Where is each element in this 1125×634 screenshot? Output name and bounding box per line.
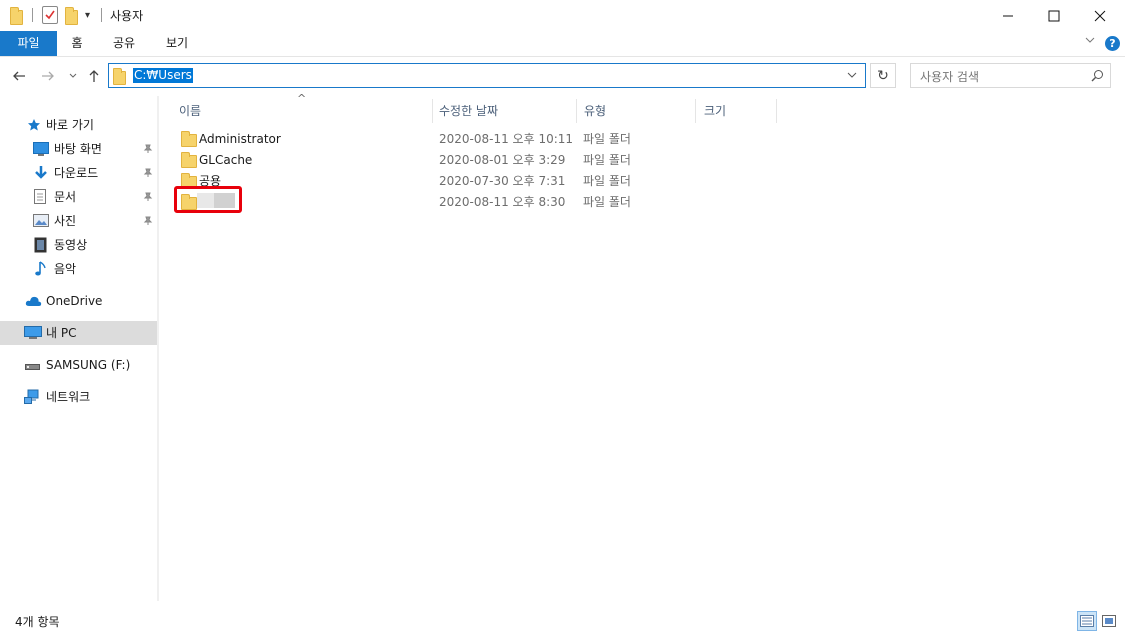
large-icons-view-button[interactable] (1099, 611, 1119, 631)
file-modified: 2020-07-30 오후 7:31 (439, 174, 566, 188)
separator (101, 8, 102, 22)
new-folder-icon[interactable] (65, 6, 78, 25)
sidebar-item-onedrive[interactable]: OneDrive (0, 289, 157, 313)
sidebar-item-documents[interactable]: 문서 (0, 185, 157, 209)
drive-icon (25, 353, 41, 380)
ribbon-expand-icon[interactable] (1084, 34, 1096, 49)
folder-icon (181, 152, 197, 168)
file-type: 파일 폴더 (583, 195, 631, 209)
column-header-size[interactable]: 크기 (704, 99, 726, 123)
tab-file[interactable]: 파일 (0, 31, 57, 56)
refresh-button[interactable]: ↻ (870, 63, 896, 88)
close-button[interactable] (1077, 0, 1123, 31)
file-modified: 2020-08-11 오후 10:11 (439, 132, 574, 146)
quick-access-dropdown-icon[interactable]: ▾ (85, 10, 90, 21)
properties-icon[interactable] (42, 6, 58, 24)
sidebar-item-videos[interactable]: 동영상 (0, 233, 157, 257)
pin-icon (143, 137, 153, 164)
pin-icon (143, 185, 153, 212)
pin-icon (143, 161, 153, 188)
file-name: Administrator (199, 132, 281, 146)
sidebar-item-label: OneDrive (46, 294, 103, 308)
help-icon[interactable]: ? (1105, 36, 1120, 51)
search-placeholder: 사용자 검색 (920, 70, 980, 84)
sort-ascending-icon: ^ (297, 92, 307, 105)
highlight-box (174, 186, 242, 213)
sidebar-item-label: 내 PC (46, 326, 77, 340)
address-bar[interactable] (108, 63, 866, 88)
sidebar-item-desktop[interactable]: 바탕 화면 (0, 137, 157, 161)
back-button[interactable] (9, 65, 29, 87)
title-bar (0, 0, 1125, 31)
pane-splitter[interactable] (157, 96, 159, 601)
music-icon (35, 257, 47, 285)
file-type: 파일 폴더 (583, 153, 631, 167)
column-divider[interactable] (576, 99, 577, 123)
sidebar-item-label: SAMSUNG (F:) (46, 358, 131, 372)
cloud-icon (25, 289, 42, 315)
sidebar-item-label: 네트워크 (46, 390, 91, 404)
address-dropdown-icon[interactable] (846, 69, 858, 84)
status-item-count: 4개 항목 (15, 615, 60, 629)
file-row[interactable]: GLCache 2020-08-01 오후 3:29 파일 폴더 (172, 150, 772, 171)
up-button[interactable] (84, 65, 104, 87)
file-modified: 2020-08-11 오후 8:30 (439, 195, 566, 209)
column-divider[interactable] (776, 99, 777, 123)
sidebar-item-label: 다운로드 (54, 166, 99, 180)
separator (32, 8, 33, 22)
window-title: 사용자 (110, 9, 144, 23)
sidebar-item-music[interactable]: 음악 (0, 257, 157, 281)
file-row[interactable]: 2020-08-11 오후 8:30 파일 폴더 (172, 192, 772, 213)
sidebar-item-label: 바로 가기 (46, 118, 94, 132)
minimize-button[interactable] (985, 0, 1031, 31)
star-icon (27, 113, 41, 140)
desktop-icon (33, 137, 49, 164)
column-header-type[interactable]: 유형 (584, 99, 606, 123)
sidebar-item-label: 동영상 (54, 238, 88, 252)
sidebar-item-downloads[interactable]: 다운로드 (0, 161, 157, 185)
pin-icon (143, 209, 153, 236)
network-icon (24, 385, 42, 413)
folder-icon (10, 6, 23, 25)
file-name: GLCache (199, 153, 253, 167)
column-divider[interactable] (432, 99, 433, 123)
address-folder-icon (113, 68, 126, 85)
sidebar-item-label: 사진 (54, 214, 77, 228)
sidebar-item-pictures[interactable]: 사진 (0, 209, 157, 233)
tab-view[interactable]: 보기 (157, 31, 197, 56)
sidebar-item-label: 바탕 화면 (54, 142, 102, 156)
tab-share[interactable]: 공유 (103, 31, 145, 56)
folder-icon (181, 131, 197, 147)
tab-home[interactable]: 홈 (61, 31, 93, 56)
file-modified: 2020-08-01 오후 3:29 (439, 153, 566, 167)
column-divider[interactable] (695, 99, 696, 123)
file-row[interactable]: 공용 2020-07-30 오후 7:31 파일 폴더 (172, 171, 772, 192)
maximize-button[interactable] (1031, 0, 1077, 31)
details-view-button[interactable] (1077, 611, 1097, 631)
column-header-modified[interactable]: 수정한 날짜 (439, 99, 498, 123)
sidebar-item-network[interactable]: 네트워크 (0, 385, 157, 409)
sidebar-item-label: 문서 (54, 190, 77, 204)
search-icon[interactable] (1091, 69, 1104, 85)
forward-button[interactable] (38, 65, 58, 87)
file-type: 파일 폴더 (583, 174, 631, 188)
file-row[interactable]: Administrator 2020-08-11 오후 10:11 파일 폴더 (172, 129, 772, 150)
sidebar-item-label: 음악 (54, 262, 77, 276)
file-type: 파일 폴더 (583, 132, 631, 146)
sidebar-item-quick-access[interactable]: 바로 가기 (0, 113, 157, 137)
sidebar-item-this-pc[interactable]: 내 PC (0, 321, 157, 345)
column-header-name[interactable]: 이름 (179, 99, 201, 123)
pc-icon (24, 321, 42, 348)
sidebar-item-samsung-drive[interactable]: SAMSUNG (F:) (0, 353, 157, 377)
address-text[interactable]: C:₩Users (133, 68, 193, 83)
picture-icon (33, 209, 49, 236)
recent-locations-icon[interactable] (63, 65, 83, 87)
